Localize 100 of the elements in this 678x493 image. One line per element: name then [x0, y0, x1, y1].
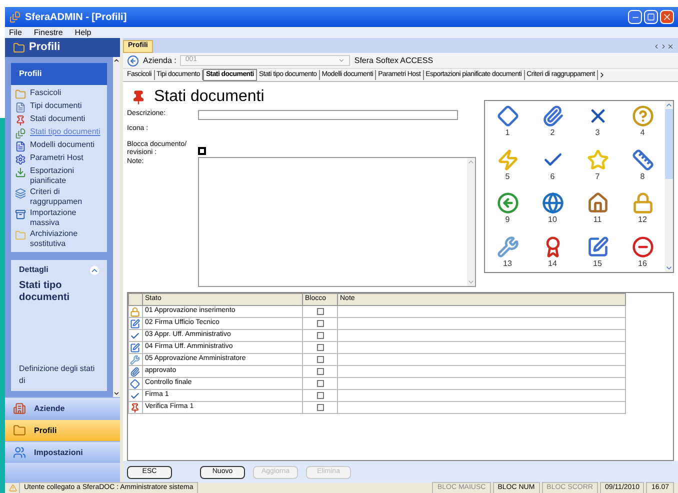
menu-item[interactable]: File	[9, 26, 22, 38]
nav-button[interactable]: Impostazioni	[5, 441, 120, 463]
icon-number: 14	[548, 258, 557, 270]
menu-item[interactable]: Finestre	[34, 26, 63, 38]
building-icon	[13, 402, 26, 415]
scroll-up-icon[interactable]	[113, 57, 120, 64]
pin-icon	[15, 115, 26, 126]
checkbox[interactable]	[316, 344, 324, 351]
folder-icon	[13, 424, 26, 437]
back-icon[interactable]	[127, 54, 139, 66]
pin-icon	[130, 402, 140, 412]
icon-number: 13	[503, 258, 512, 270]
icon-number: 4	[640, 127, 645, 139]
diamond-icon[interactable]	[496, 105, 518, 127]
scroll-thumb[interactable]	[665, 109, 673, 179]
checkbox[interactable]	[316, 356, 324, 363]
sidebar-link[interactable]: Fascicoli	[30, 88, 62, 98]
folder-icon	[13, 42, 25, 54]
arrow-left-icon[interactable]	[496, 192, 518, 214]
document-icon	[15, 102, 26, 113]
paperclip-icon[interactable]	[542, 105, 564, 127]
details-heading: Stati tipo documenti	[19, 280, 71, 304]
diamond-icon	[130, 378, 140, 388]
icon-number: 12	[638, 214, 647, 226]
paperclip-icon	[130, 366, 140, 376]
icon-number: 11	[593, 214, 602, 226]
checkbox[interactable]	[198, 147, 206, 155]
checkbox[interactable]	[316, 368, 324, 375]
lock-icon[interactable]	[632, 192, 654, 214]
checkmark-icon	[130, 330, 140, 340]
pen-square-icon[interactable]	[586, 236, 608, 258]
lock-icon	[130, 306, 140, 316]
folder-icon	[15, 89, 26, 100]
sidebar-link[interactable]: Criteri di raggruppamen	[30, 187, 103, 207]
checkbox[interactable]	[316, 320, 324, 327]
icon-number: 10	[548, 214, 557, 226]
window-title: SferaADMIN - [Profili]	[25, 10, 127, 24]
icon-number: 3	[595, 127, 600, 139]
icon-number: 9	[505, 214, 510, 226]
download-icon	[15, 167, 26, 178]
sidebar-link[interactable]: Parametri Host	[30, 153, 84, 163]
folder-icon	[15, 230, 26, 241]
ruler-icon[interactable]	[632, 148, 654, 170]
star-icon[interactable]	[586, 148, 608, 170]
icon-number: 16	[638, 258, 647, 270]
menu-item[interactable]: Help	[74, 26, 92, 38]
help-icon[interactable]	[632, 105, 654, 127]
no-entry-icon[interactable]	[632, 236, 654, 258]
document-icon	[15, 141, 26, 152]
sidebar-link[interactable]: Esportazioni pianificate	[30, 166, 103, 186]
documents-icon	[15, 128, 26, 139]
checkbox[interactable]	[316, 308, 324, 315]
checkbox[interactable]	[316, 380, 324, 387]
chevron-right-icon[interactable]	[660, 43, 667, 50]
sidebar-link[interactable]: Importazione massiva	[30, 208, 103, 228]
sidebar-title: Profili	[29, 40, 60, 56]
scrollbar[interactable]	[665, 101, 673, 272]
nav-button[interactable]: Profili	[5, 419, 120, 441]
checkbox[interactable]	[316, 404, 324, 411]
sidebar-link[interactable]: Stati documenti	[30, 114, 86, 124]
archive-icon	[15, 209, 26, 220]
maximize-button[interactable]	[644, 10, 658, 24]
checkbox[interactable]	[316, 392, 324, 399]
app-icon	[9, 11, 21, 23]
close-icon[interactable]	[667, 43, 674, 50]
task-group-title: Profili	[11, 63, 107, 85]
minimize-button[interactable]	[628, 10, 642, 24]
checkmark-icon	[130, 390, 140, 400]
sidebar-link[interactable]: Tipi documenti	[30, 101, 82, 111]
icon-number: 8	[640, 170, 645, 182]
sidebar-link[interactable]: Modelli documenti	[30, 140, 94, 150]
column-header	[128, 294, 142, 306]
close-icon	[662, 12, 672, 22]
globe-icon[interactable]	[542, 192, 564, 214]
icon-number: 7	[595, 170, 600, 182]
nav-button[interactable]: Aziende	[5, 397, 120, 419]
scroll-down-icon[interactable]	[113, 390, 120, 397]
chevron-left-icon[interactable]	[653, 43, 660, 50]
house-icon[interactable]	[586, 192, 608, 214]
settings-icon	[15, 154, 26, 165]
layers-icon	[15, 188, 26, 199]
sidebar-link[interactable]: Archiviazione sostitutiva	[30, 229, 103, 249]
icon-number: 2	[550, 127, 555, 139]
details-title: Dettagli	[19, 264, 48, 276]
wrench-icon	[130, 354, 140, 364]
company-name: Sfera Softex ACCESS	[354, 54, 434, 66]
close-button[interactable]	[660, 10, 674, 24]
pin-icon	[131, 90, 146, 104]
descrizione-field[interactable]	[198, 110, 458, 120]
pen-square-icon	[130, 318, 140, 328]
pen-square-icon	[130, 342, 140, 352]
collapse-icon[interactable]	[90, 266, 99, 274]
page-title: Stati documenti	[154, 87, 264, 107]
scrollbar[interactable]	[113, 57, 120, 397]
maximize-icon	[647, 13, 655, 21]
details-text: Definizione degli stati di	[19, 363, 96, 387]
users-icon	[13, 446, 26, 459]
wrench-icon[interactable]	[496, 236, 518, 258]
checkbox[interactable]	[316, 332, 324, 339]
icon-number: 6	[550, 170, 555, 182]
